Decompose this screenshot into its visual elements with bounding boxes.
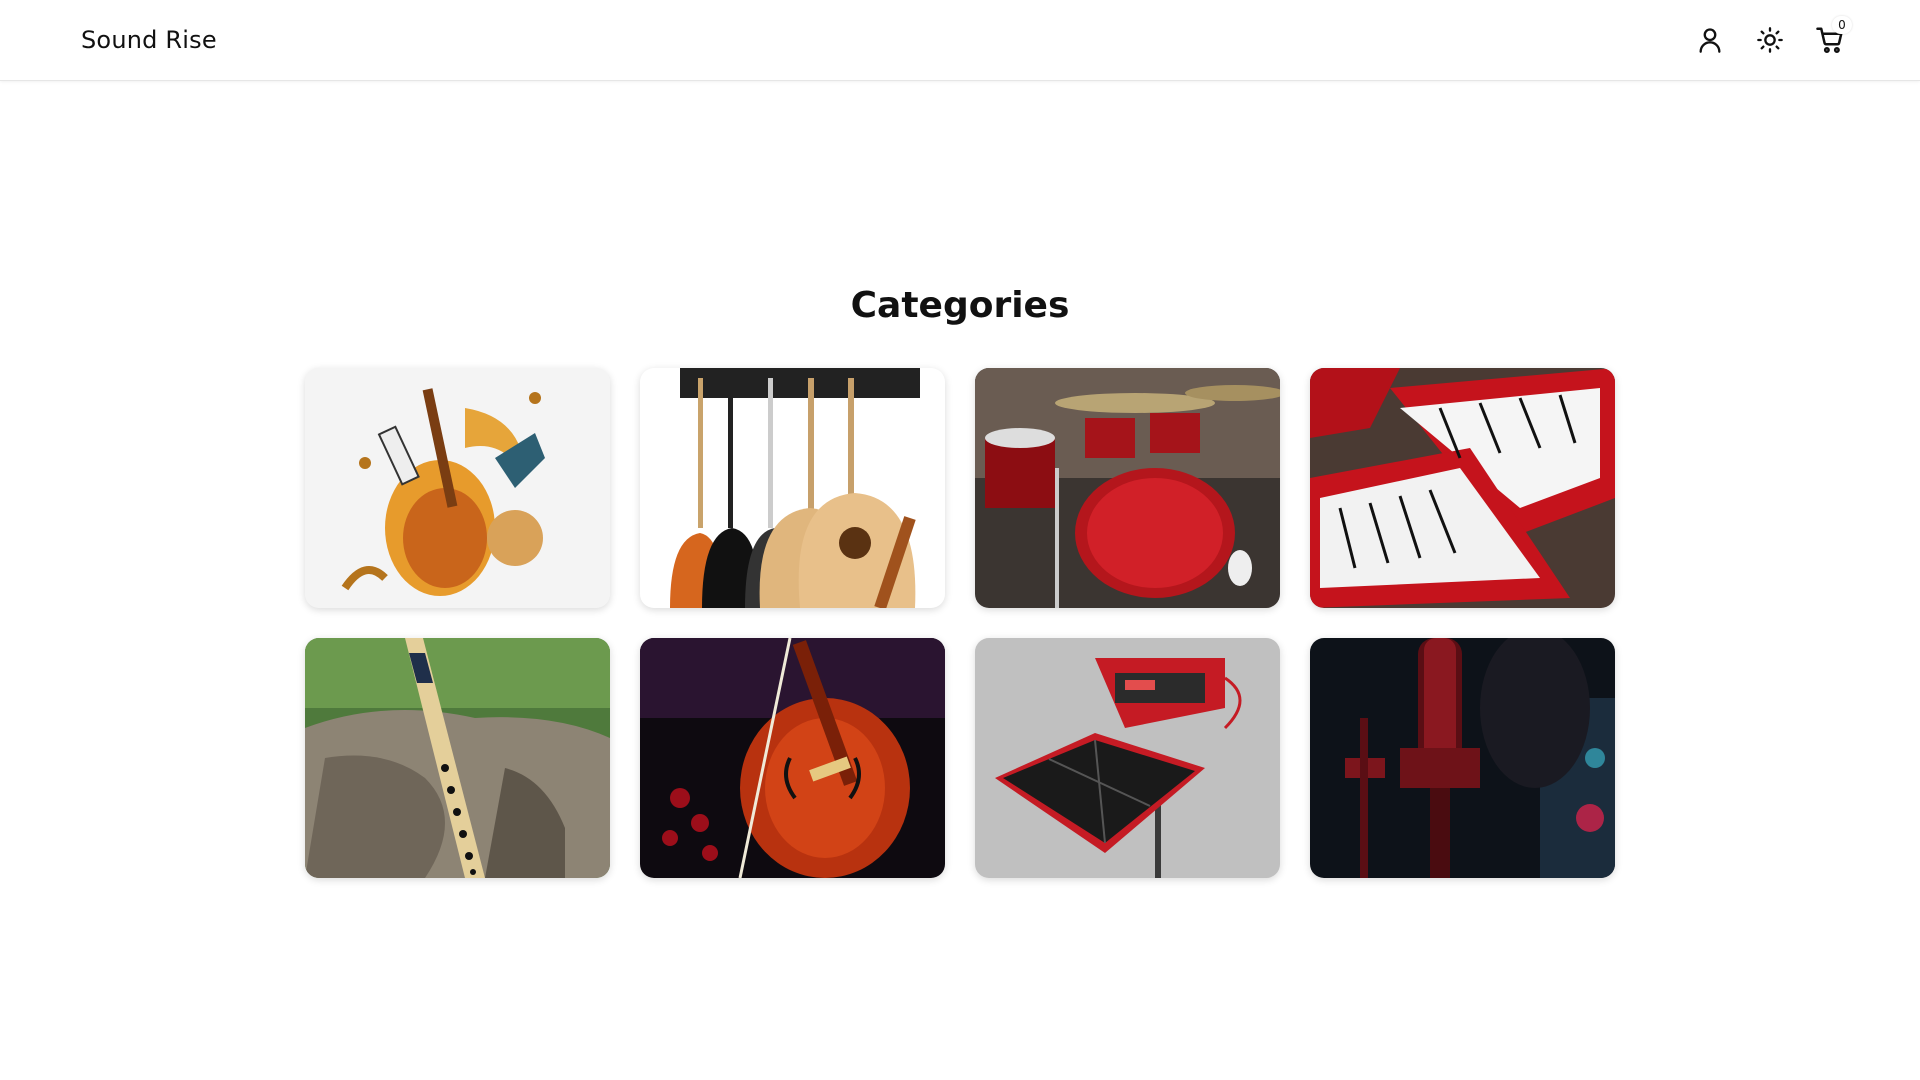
category-card-guitars[interactable]: [640, 368, 945, 608]
category-card-flutes[interactable]: [305, 638, 610, 878]
category-card-drums[interactable]: [975, 368, 1280, 608]
drum-kit-image: [975, 368, 1280, 608]
microphone-image: [1310, 638, 1615, 878]
violin-image: [640, 638, 945, 878]
category-card-keyboards[interactable]: [1310, 368, 1615, 608]
category-grid: [305, 368, 1616, 878]
cart-count-badge: 0: [1832, 16, 1852, 34]
brand-logo-link[interactable]: Sound Rise: [81, 26, 217, 54]
categories-heading: Categories: [850, 285, 1070, 326]
user-icon: [1699, 28, 1721, 53]
instruments-illustration-image: [305, 368, 610, 608]
account-button[interactable]: [1692, 22, 1728, 58]
flute-image: [305, 638, 610, 878]
keyboards-image: [1310, 368, 1615, 608]
category-card-electronic-drums[interactable]: [975, 638, 1280, 878]
top-navbar: Sound Rise 0: [0, 0, 1920, 81]
sun-icon: [1757, 27, 1783, 53]
category-card-microphones[interactable]: [1310, 638, 1615, 878]
category-card-violins[interactable]: [640, 638, 945, 878]
drum-pad-image: [975, 638, 1280, 878]
theme-toggle-button[interactable]: [1752, 22, 1788, 58]
category-card-instruments[interactable]: [305, 368, 610, 608]
guitars-image: [640, 368, 945, 608]
